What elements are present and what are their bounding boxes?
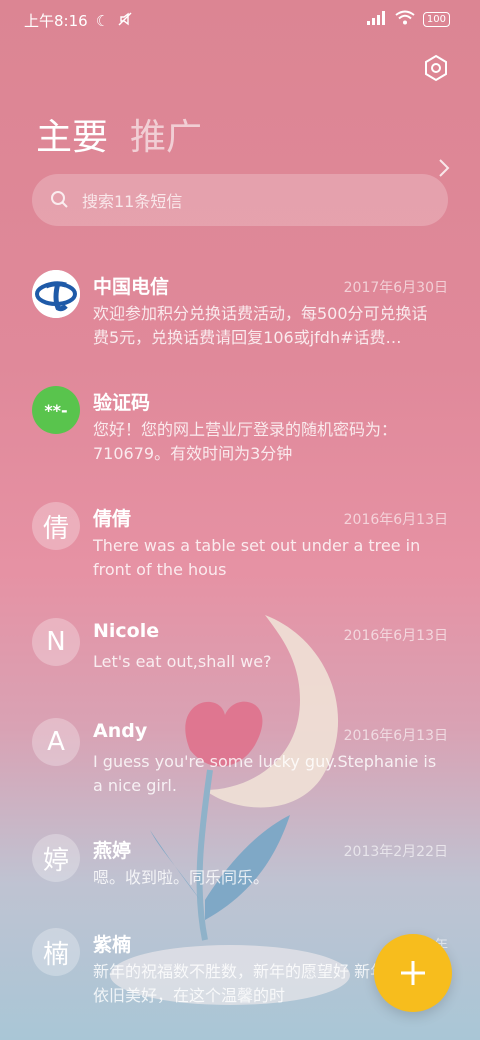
avatar: 倩 [32,502,80,550]
plus-icon [401,961,425,985]
moon-icon: ☾ [95,11,110,30]
contact-name: 验证码 [93,392,151,414]
message-preview: I guess you're some lucky guy.Stephanie … [93,752,437,795]
contact-name: 燕婷 [93,840,132,862]
battery-indicator: 100 [422,12,450,27]
message-preview: Let's eat out,shall we? [93,652,272,671]
message-preview: 欢迎参加积分兑换话费活动，每500分可兑换话费5元，兑换话费请回复106或jfd… [93,304,428,347]
contact-name: Andy [93,720,148,742]
avatar: N [32,618,80,666]
status-bar: 上午8:16 ☾ 100 [0,0,480,40]
conversation-row[interactable]: **- 验证码 您好！您的网上营业厅登录的随机密码为：710679。有效时间为3… [0,378,480,488]
search-placeholder: 搜索11条短信 [82,192,183,211]
mute-icon [117,11,133,31]
conversation-row[interactable]: 中国电信 2017年6月30日 欢迎参加积分兑换话费活动，每500分可兑换话费5… [0,262,480,372]
clock: 上午8:16 [24,12,88,30]
conversation-row[interactable]: N Nicole 2016年6月13日 Let's eat out,shall … [0,610,480,720]
avatar: 楠 [32,928,80,976]
tab-bar: 主要 推广 [36,108,202,160]
search-bar[interactable]: 搜索11条短信 [32,174,448,226]
new-message-button[interactable] [374,934,452,1012]
contact-name: 中国电信 [93,276,170,298]
contact-name: 紫楠 [93,934,132,956]
tab-main[interactable]: 主要 [36,108,108,160]
message-date: 2016年6月13日 [343,728,448,744]
settings-button[interactable] [422,54,450,82]
avatar: 婷 [32,834,80,882]
wifi-icon [395,10,415,29]
conversation-row[interactable]: 倩 倩倩 2016年6月13日 There was a table set ou… [0,494,480,604]
contact-name: Nicole [93,620,160,642]
china-telecom-logo-icon [32,270,80,318]
conversation-row[interactable]: A Andy 2016年6月13日 I guess you're some lu… [0,710,480,820]
message-date: 2016年6月13日 [343,628,448,644]
hexagon-gear-icon [425,54,447,82]
signal-icon [366,10,387,29]
tab-promo[interactable]: 推广 [130,108,202,160]
avatar-verify: **- [32,386,80,434]
message-preview: 您好！您的网上营业厅登录的随机密码为：710679。有效时间为3分钟 [93,420,398,463]
message-date: 2017年6月30日 [343,280,448,296]
message-date: 2016年6月13日 [343,512,448,528]
avatar-telecom [32,270,80,318]
message-preview: There was a table set out under a tree i… [93,536,421,579]
chevron-right-icon[interactable] [438,158,450,178]
contact-name: 倩倩 [93,508,132,530]
avatar: A [32,718,80,766]
message-preview: 嗯。收到啦。同乐同乐。 [93,868,270,887]
message-date: 2013年2月22日 [343,844,448,860]
search-icon [51,191,68,208]
